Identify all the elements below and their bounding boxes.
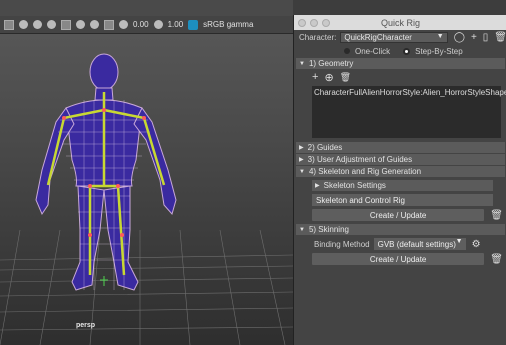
scene-svg xyxy=(0,53,293,345)
section-geometry[interactable]: ▼ 1) Geometry xyxy=(296,58,505,69)
mode-row: One-Click Step-By-Step xyxy=(294,45,506,57)
viewport[interactable]: 0.00 1.00 sRGB gamma persp xyxy=(0,0,293,345)
select-geometry-icon[interactable]: ⊕ xyxy=(324,71,333,84)
section-skeleton[interactable]: ▼ 4) Skeleton and Rig Generation xyxy=(296,166,505,177)
title-bar[interactable]: Quick Rig xyxy=(294,15,506,30)
section-guides-label: 2) Guides xyxy=(307,143,343,152)
geometry-list-item[interactable]: CharacterFullAlienHorrorStyle:Alien_Horr… xyxy=(314,88,506,97)
ground-grid xyxy=(0,229,293,345)
binding-method-label: Binding Method xyxy=(314,239,370,249)
trash-icon[interactable]: 🗑 xyxy=(490,210,503,221)
step-by-step-label: Step-By-Step xyxy=(415,46,463,56)
one-click-label: One-Click xyxy=(355,46,391,56)
expand-down-icon: ▼ xyxy=(299,168,305,175)
section-user-adjust[interactable]: ▶ 3) User Adjustment of Guides xyxy=(296,154,505,165)
character-select[interactable]: QuickRigCharacter ▼ xyxy=(340,32,448,43)
binding-row: Binding Method GVB (default settings) ▼ … xyxy=(314,238,503,250)
skeleton-settings-label: Skeleton Settings xyxy=(323,181,386,190)
trash-icon[interactable]: 🗑 xyxy=(340,72,351,83)
layout-icon[interactable]: ▯ xyxy=(483,32,489,43)
character-row: Character: QuickRigCharacter ▼ ◯ + ▯ 🗑 xyxy=(294,30,506,45)
section-guides[interactable]: ▶ 2) Guides xyxy=(296,142,505,153)
character-value: QuickRigCharacter xyxy=(344,33,412,42)
geometry-list[interactable]: CharacterFullAlienHorrorStyle:Alien_Horr… xyxy=(312,86,506,138)
camera-label: persp xyxy=(76,322,96,329)
expand-right-icon: ▶ xyxy=(299,145,304,151)
geometry-toolbar: + ⊕ 🗑 xyxy=(294,70,506,84)
section-skeleton-label: 4) Skeleton and Rig Generation xyxy=(308,167,422,176)
character-label: Character: xyxy=(299,33,337,42)
section-user-adjust-label: 3) User Adjustment of Guides xyxy=(307,155,413,164)
section-skinning-label: 5) Skinning xyxy=(308,225,349,234)
add-icon[interactable]: + xyxy=(471,32,477,43)
skeleton-type-value: Skeleton and Control Rig xyxy=(316,195,405,205)
step-by-step-radio[interactable] xyxy=(403,47,411,55)
binding-method-select[interactable]: GVB (default settings) ▼ xyxy=(373,238,466,250)
skin-create-row: Create / Update 🗑 xyxy=(312,253,503,265)
expand-right-icon: ▶ xyxy=(315,183,320,189)
section-geometry-label: 1) Geometry xyxy=(308,59,354,68)
create-update-button[interactable]: Create / Update xyxy=(312,209,485,221)
skeleton-create-row: Create / Update 🗑 xyxy=(312,209,503,221)
skeleton-settings-header[interactable]: ▶ Skeleton Settings xyxy=(312,180,493,191)
window-title: Quick Rig xyxy=(380,17,420,28)
section-skinning[interactable]: ▼ 5) Skinning xyxy=(296,224,505,235)
skeleton-type-select[interactable]: Skeleton and Control Rig xyxy=(312,194,493,206)
trash-icon[interactable]: 🗑 xyxy=(490,254,503,265)
expand-right-icon: ▶ xyxy=(299,157,304,163)
expand-down-icon: ▼ xyxy=(299,226,305,233)
select-icon[interactable]: ◯ xyxy=(454,32,465,43)
one-click-radio[interactable] xyxy=(344,48,350,54)
delete-icon[interactable]: 🗑 xyxy=(494,32,506,43)
expand-down-icon: ▼ xyxy=(299,60,305,67)
chevron-down-icon: ▼ xyxy=(436,33,444,40)
create-update-button[interactable]: Create / Update xyxy=(312,253,485,265)
quick-rig-window: Quick Rig Character: QuickRigCharacter ▼… xyxy=(293,15,506,345)
binding-method-value: GVB (default settings) xyxy=(377,239,456,249)
character-mesh xyxy=(35,53,177,291)
gear-icon[interactable]: ⚙ xyxy=(472,239,481,250)
chevron-down-icon: ▼ xyxy=(455,238,463,245)
add-icon[interactable]: + xyxy=(312,71,318,83)
